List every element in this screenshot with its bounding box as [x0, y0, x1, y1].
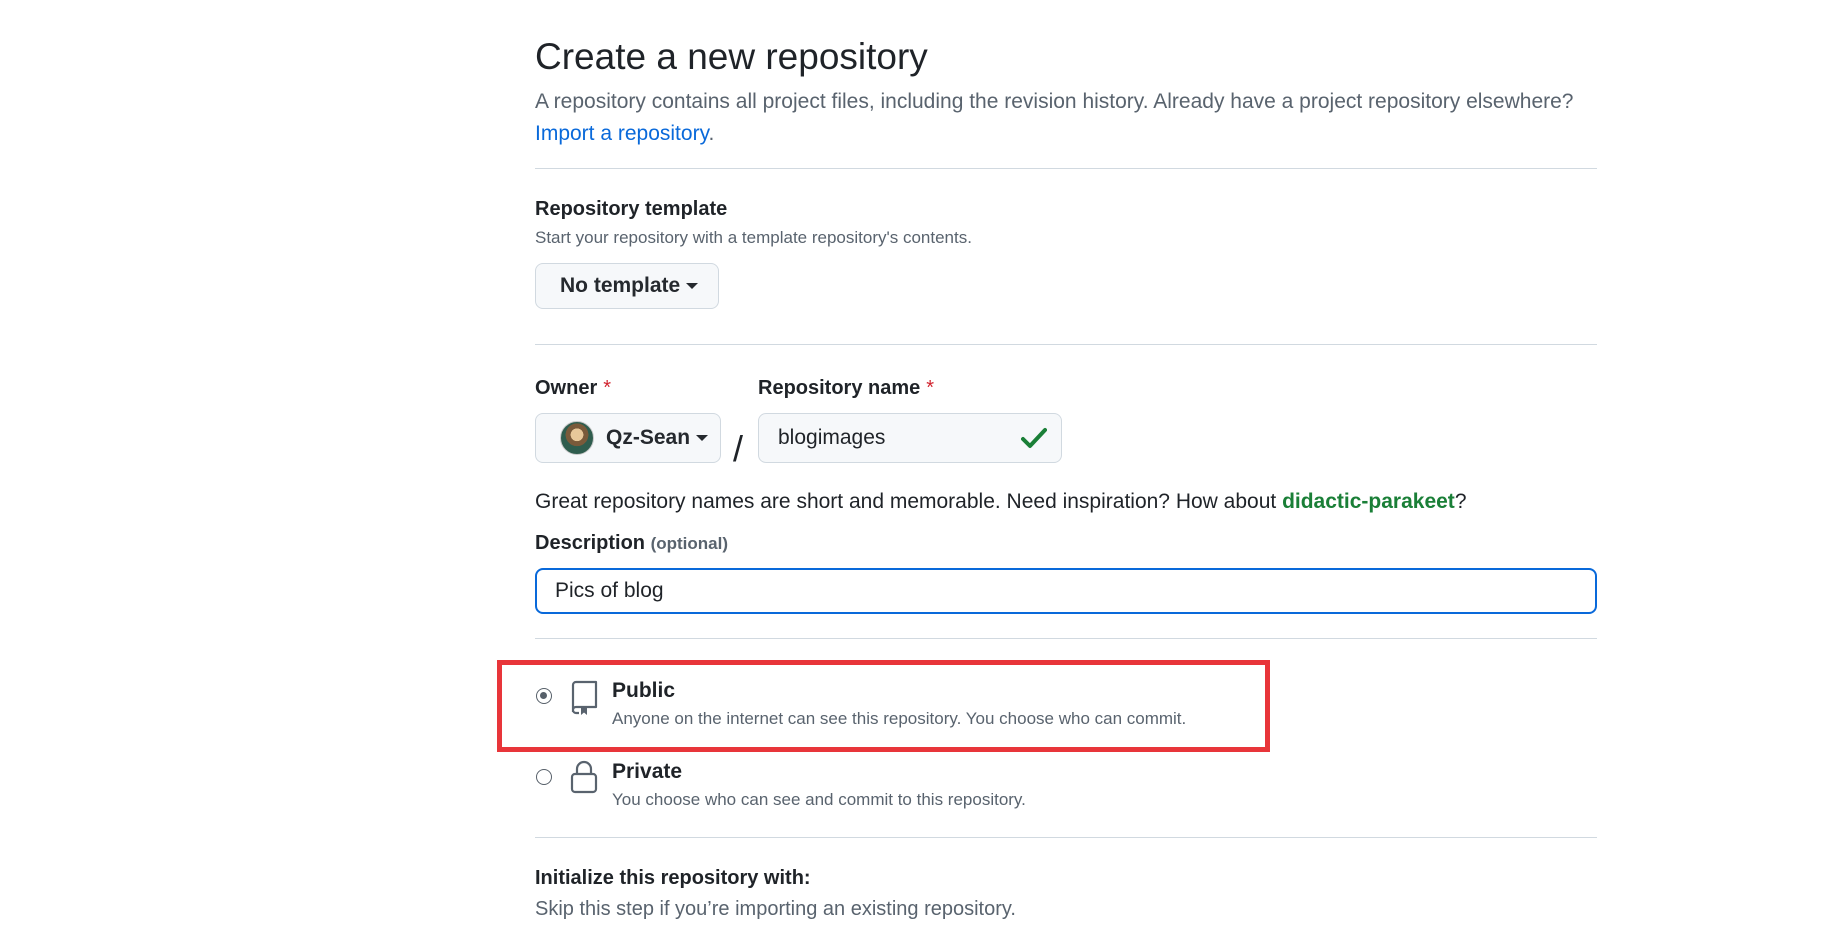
repo-name-label: Repository name * [758, 377, 934, 400]
repo-name-input[interactable]: blogimages [758, 413, 1062, 463]
check-icon [1021, 428, 1047, 448]
optional-tag: (optional) [650, 534, 729, 553]
repo-name-hint: Great repository names are short and mem… [535, 490, 1467, 514]
suggested-name-link[interactable]: didactic-parakeet [1282, 490, 1455, 513]
initialize-label: Initialize this repository with: [535, 867, 811, 889]
template-label: Repository template [535, 198, 728, 220]
description-value: Pics of blog [555, 579, 664, 602]
initialize-note: Skip this step if you’re importing an ex… [535, 898, 1016, 920]
hint-suffix: ? [1454, 490, 1467, 513]
owner-select-button[interactable]: Qz-Sean [535, 413, 721, 463]
template-select-label: No template [560, 274, 681, 297]
template-note: Start your repository with a template re… [535, 228, 972, 247]
divider [535, 168, 1597, 169]
description-label-text: Description [535, 532, 646, 554]
private-title: Private [612, 760, 683, 783]
owner-value: Qz-Sean [606, 426, 691, 449]
avatar [560, 421, 594, 455]
divider [535, 638, 1597, 639]
template-select-button[interactable]: No template [535, 263, 719, 309]
page-title: Create a new repository [535, 36, 928, 77]
owner-label-text: Owner [535, 377, 598, 399]
chevron-down-icon [696, 435, 709, 441]
hint-text: Great repository names are short and mem… [535, 490, 1283, 513]
divider [535, 344, 1597, 345]
chevron-down-icon [686, 283, 699, 289]
description-input[interactable]: Pics of blog [535, 568, 1597, 614]
required-mark: * [926, 377, 935, 399]
page-subtitle: A repository contains all project files,… [535, 86, 1573, 150]
public-option-highlight [497, 660, 1270, 752]
repo-name-label-text: Repository name [758, 377, 921, 399]
subtitle-period: . [708, 122, 715, 145]
lock-icon [570, 760, 598, 794]
private-radio[interactable] [536, 769, 552, 785]
required-mark: * [603, 377, 612, 399]
divider [535, 837, 1597, 838]
owner-label: Owner * [535, 377, 611, 400]
owner-repo-separator: / [733, 428, 744, 469]
subtitle-text: A repository contains all project files,… [535, 90, 1574, 113]
repo-name-value: blogimages [778, 426, 886, 449]
description-label: Description (optional) [535, 532, 728, 555]
import-repository-link[interactable]: Import a repository [535, 122, 709, 145]
private-description: You choose who can see and commit to thi… [612, 790, 1026, 809]
